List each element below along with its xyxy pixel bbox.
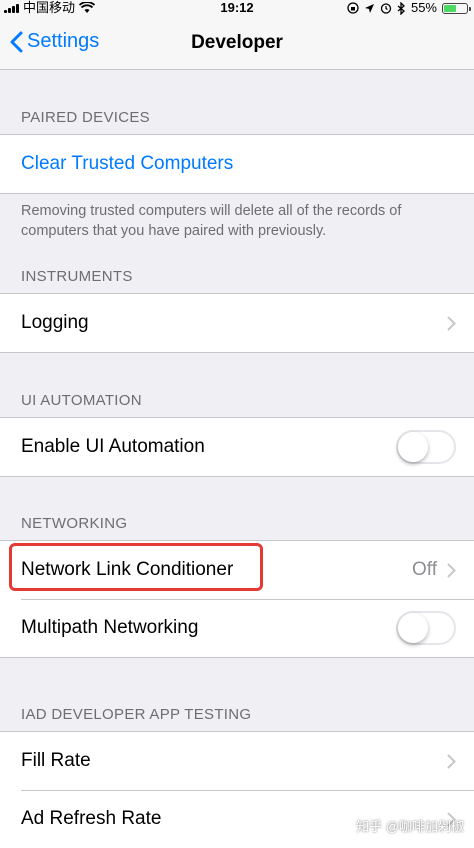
clear-trusted-computers-button[interactable]: Clear Trusted Computers: [0, 135, 474, 193]
fill-rate-label: Fill Rate: [21, 750, 91, 771]
enable-ui-automation-toggle[interactable]: [396, 430, 456, 464]
chevron-right-icon: [447, 563, 456, 578]
multipath-networking-row: Multipath Networking: [0, 599, 474, 657]
location-icon: [364, 3, 374, 13]
group-paired-devices: Clear Trusted Computers: [0, 134, 474, 194]
battery-percent: 55%: [410, 0, 437, 15]
fill-rate-row[interactable]: Fill Rate: [0, 732, 474, 790]
section-header-ui-automation: UI AUTOMATION: [21, 392, 142, 409]
group-ui-automation: Enable UI Automation: [0, 417, 474, 477]
clear-trusted-computers-label: Clear Trusted Computers: [21, 153, 234, 174]
watermark: 知乎 @咖啡加剁椒: [356, 819, 464, 834]
group-networking: Network Link Conditioner Off Multipath N…: [0, 540, 474, 658]
section-header-paired-devices: PAIRED DEVICES: [21, 109, 150, 126]
chevron-right-icon: [447, 754, 456, 769]
network-link-conditioner-row[interactable]: Network Link Conditioner Off: [0, 541, 474, 599]
alarm-icon: [380, 3, 392, 14]
multipath-networking-label: Multipath Networking: [21, 617, 199, 638]
section-header-iad: IAD DEVELOPER APP TESTING: [21, 706, 252, 723]
status-bar: 中国移动 19:12 55%: [0, 0, 474, 16]
status-right: 55%: [347, 0, 471, 16]
network-link-conditioner-value: Off: [412, 559, 437, 580]
orientation-lock-icon: [347, 2, 359, 14]
battery-level: [444, 4, 456, 12]
group-instruments: Logging: [0, 293, 474, 353]
toggle-knob: [398, 432, 428, 462]
navigation-bar: Settings Developer: [0, 16, 474, 70]
battery-icon: [442, 2, 471, 14]
enable-ui-automation-row: Enable UI Automation: [0, 418, 474, 476]
toggle-knob: [398, 613, 428, 643]
logging-row[interactable]: Logging: [0, 294, 474, 352]
page-title: Developer: [191, 32, 283, 53]
logging-label: Logging: [21, 312, 89, 333]
bluetooth-icon: [397, 1, 405, 15]
section-header-instruments: INSTRUMENTS: [21, 268, 133, 285]
multipath-networking-toggle[interactable]: [396, 611, 456, 645]
enable-ui-automation-label: Enable UI Automation: [21, 436, 205, 457]
network-link-conditioner-label: Network Link Conditioner: [21, 559, 234, 580]
section-header-networking: NETWORKING: [21, 515, 128, 532]
paired-devices-footer: Removing trusted computers will delete a…: [21, 203, 402, 239]
chevron-right-icon: [447, 316, 456, 331]
